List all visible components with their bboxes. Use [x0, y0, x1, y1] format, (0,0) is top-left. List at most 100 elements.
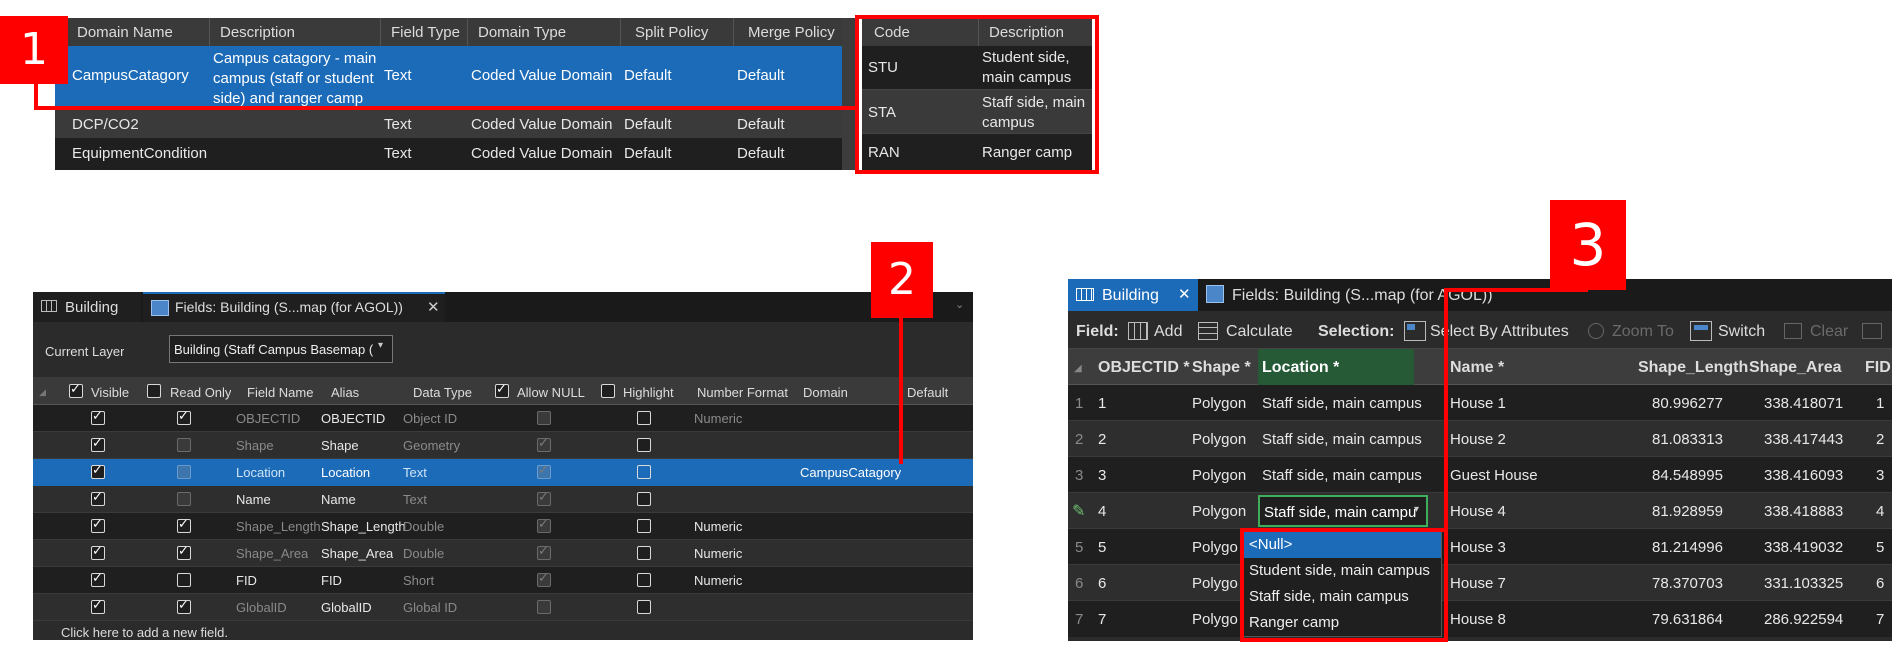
highlight-checkbox[interactable] [637, 465, 651, 479]
col-location[interactable]: Location * [1262, 358, 1339, 377]
cell-shape-length[interactable]: 81.928959 [1652, 503, 1723, 521]
cell-shape[interactable]: Polygo [1192, 611, 1238, 629]
readonly-checkbox[interactable] [177, 409, 191, 425]
cell-shape-area[interactable]: 338.417443 [1764, 431, 1843, 449]
allownull-checkbox[interactable] [537, 544, 551, 560]
field-domain[interactable]: CampusCatagory [800, 465, 901, 481]
toolbar-add-button[interactable]: Add [1154, 322, 1182, 341]
cell-fid[interactable]: 2 [1876, 431, 1884, 449]
col-fid[interactable]: FID [1865, 358, 1891, 377]
col-field-type[interactable]: Field Type [381, 18, 468, 46]
col-domain-type[interactable]: Domain Type [468, 18, 621, 46]
cell-shape-area[interactable]: 338.416093 [1764, 467, 1843, 485]
readonly-checkbox[interactable] [177, 438, 191, 452]
cell-shape-length[interactable]: 79.631864 [1652, 611, 1723, 629]
cell-shape-length[interactable]: 81.083313 [1652, 431, 1723, 449]
allownull-checkbox[interactable] [537, 436, 551, 452]
visible-checkbox[interactable] [91, 436, 105, 452]
select-all-corner[interactable]: ◢ [1074, 363, 1082, 375]
col-shape-area[interactable]: Shape_Area [1749, 358, 1842, 377]
visible-checkbox[interactable] [91, 571, 105, 587]
cell-fid[interactable]: 4 [1876, 503, 1884, 521]
readonly-checkbox[interactable] [177, 544, 191, 560]
cell-name[interactable]: House 4 [1450, 503, 1506, 521]
col-domain[interactable]: Domain [803, 385, 848, 401]
add-new-field-link[interactable]: Click here to add a new field. [61, 625, 228, 641]
cell-shape-length[interactable]: 84.548995 [1652, 467, 1723, 485]
readonly-checkbox[interactable] [177, 465, 191, 479]
tab-building[interactable]: Building [33, 292, 141, 322]
readonly-header-checkbox[interactable] [147, 384, 161, 398]
table-row[interactable] [33, 594, 973, 621]
cell-objectid[interactable]: 4 [1098, 503, 1106, 521]
col-visible[interactable]: Visible [91, 385, 129, 401]
visible-checkbox[interactable] [91, 517, 105, 533]
table-row[interactable] [33, 540, 973, 567]
cell-location[interactable]: Staff side, main campus [1262, 395, 1422, 413]
cell-fid[interactable]: 3 [1876, 467, 1884, 485]
cell-objectid[interactable]: 1 [1098, 395, 1106, 413]
toolbar-zoom-to-button[interactable]: Zoom To [1612, 322, 1674, 341]
cell-shape-area[interactable]: 338.419032 [1764, 539, 1843, 557]
col-alias[interactable]: Alias [331, 385, 359, 401]
cell-shape[interactable]: Polygo [1192, 539, 1238, 557]
close-icon[interactable]: ✕ [427, 298, 440, 316]
cell-shape[interactable]: Polygon [1192, 467, 1246, 485]
dropdown-arrow-icon[interactable]: ▾ [1414, 504, 1419, 516]
highlight-checkbox[interactable] [637, 519, 651, 533]
cell-location[interactable]: Staff side, main campus [1262, 467, 1422, 485]
col-name[interactable]: Name * [1450, 358, 1504, 377]
toolbar-calculate-button[interactable]: Calculate [1226, 322, 1293, 341]
highlight-checkbox[interactable] [637, 411, 651, 425]
col-shape[interactable]: Shape * [1192, 358, 1251, 377]
readonly-checkbox[interactable] [177, 598, 191, 614]
cell-objectid[interactable]: 2 [1098, 431, 1106, 449]
highlight-checkbox[interactable] [637, 546, 651, 560]
number-format[interactable]: Numeric [694, 546, 742, 562]
readonly-checkbox[interactable] [177, 573, 191, 587]
highlight-checkbox[interactable] [637, 492, 651, 506]
current-layer-select[interactable]: Building (Staff Campus Basemap ( ▾ [169, 335, 393, 363]
col-read-only[interactable]: Read Only [170, 385, 231, 401]
toolbar-switch-button[interactable]: Switch [1718, 322, 1765, 341]
cell-shape-area[interactable]: 331.103325 [1764, 575, 1843, 593]
tab-fields[interactable]: Fields: Building (S...map (for AGOL)) [1200, 279, 1560, 311]
col-number-format[interactable]: Number Format [697, 385, 788, 401]
col-domain-name[interactable]: Domain Name [55, 18, 210, 46]
number-format[interactable]: Numeric [694, 411, 742, 427]
number-format[interactable]: Numeric [694, 573, 742, 589]
col-merge-policy[interactable]: Merge Policy [734, 18, 842, 46]
toolbar-select-by-attributes-button[interactable]: Select By Attributes [1430, 322, 1569, 341]
toolbar-clear-button[interactable]: Clear [1810, 322, 1848, 341]
highlight-checkbox[interactable] [637, 600, 651, 614]
cell-location[interactable]: Staff side, main campus [1262, 431, 1422, 449]
cell-objectid[interactable]: 6 [1098, 575, 1106, 593]
readonly-checkbox[interactable] [177, 517, 191, 533]
col-shape-length[interactable]: Shape_Length [1638, 358, 1748, 377]
cell-name[interactable]: House 7 [1450, 575, 1506, 593]
visible-header-checkbox[interactable] [69, 382, 83, 398]
cell-fid[interactable]: 1 [1876, 395, 1884, 413]
highlight-checkbox[interactable] [637, 573, 651, 587]
number-format[interactable]: Numeric [694, 519, 742, 535]
col-split-policy[interactable]: Split Policy [621, 18, 734, 46]
cell-shape[interactable]: Polygon [1192, 395, 1246, 413]
allownull-checkbox[interactable] [537, 490, 551, 506]
allownull-checkbox[interactable] [537, 411, 551, 425]
select-all-corner[interactable]: ◢ [39, 387, 46, 398]
cell-shape[interactable]: Polygo [1192, 575, 1238, 593]
cell-fid[interactable]: 5 [1876, 539, 1884, 557]
cell-name[interactable]: Guest House [1450, 467, 1538, 485]
cell-shape-length[interactable]: 78.370703 [1652, 575, 1723, 593]
cell-shape[interactable]: Polygon [1192, 503, 1246, 521]
cell-objectid[interactable]: 3 [1098, 467, 1106, 485]
cell-shape-area[interactable]: 338.418883 [1764, 503, 1843, 521]
cell-fid[interactable]: 7 [1876, 611, 1884, 629]
cell-name[interactable]: House 1 [1450, 395, 1506, 413]
cell-shape[interactable]: Polygon [1192, 431, 1246, 449]
allownull-checkbox[interactable] [537, 517, 551, 533]
readonly-checkbox[interactable] [177, 492, 191, 506]
col-field-name[interactable]: Field Name [247, 385, 313, 401]
tab-building[interactable]: Building ✕ [1068, 279, 1198, 311]
close-icon[interactable]: ✕ [1178, 285, 1191, 303]
